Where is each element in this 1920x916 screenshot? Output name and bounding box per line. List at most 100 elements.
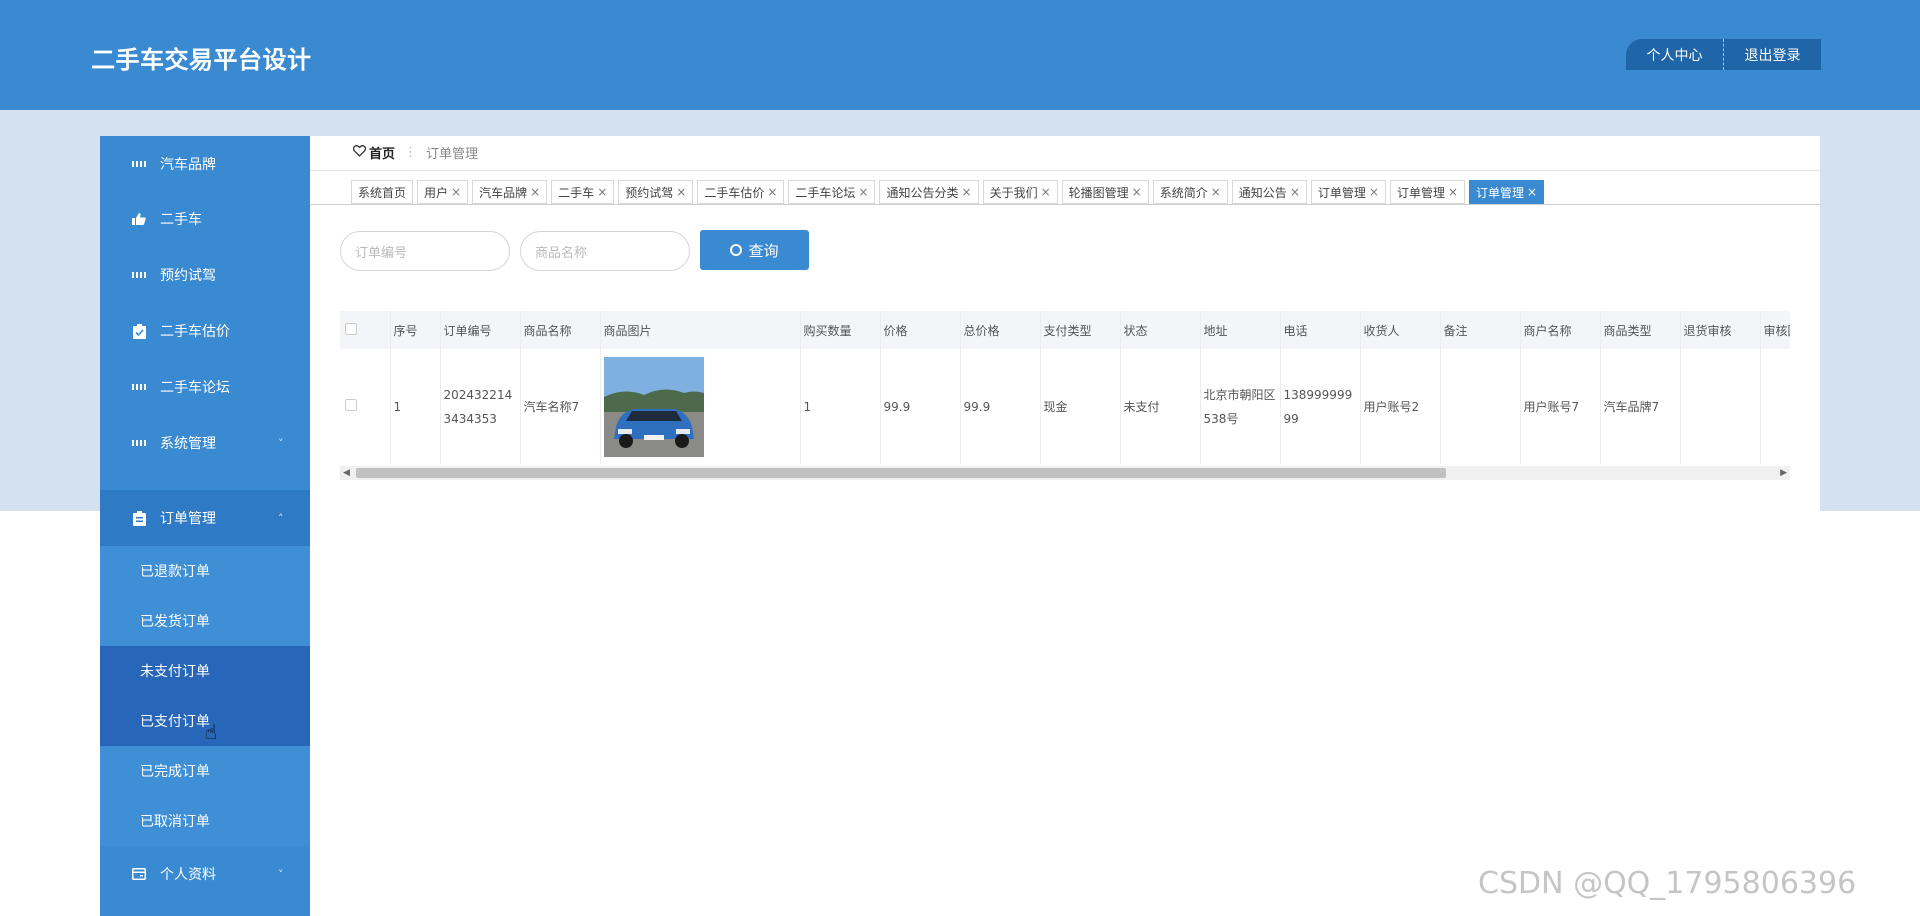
close-icon[interactable]: × — [1369, 185, 1379, 199]
search-button-label: 查询 — [748, 241, 779, 260]
submenu-shipped-orders[interactable]: 已发货订单 — [100, 596, 310, 646]
tab-label: 系统首页 — [358, 185, 407, 200]
tab-label: 关于我们 — [989, 185, 1038, 200]
tab-item[interactable]: 汽车品牌 × — [472, 180, 548, 204]
column-header: 收货人 — [1360, 311, 1441, 349]
column-header: 序号 — [390, 311, 441, 349]
tab-item[interactable]: 系统简介 × — [1152, 180, 1228, 204]
column-header: 商品类型 — [1600, 311, 1681, 349]
submenu-cancelled-orders[interactable]: 已取消订单 — [100, 796, 310, 846]
sidebar-item-label: 系统管理 — [160, 436, 216, 452]
tab-label: 预约试驾 — [625, 185, 674, 200]
row-checkbox-cell[interactable] — [340, 349, 391, 464]
tab-item[interactable]: 通知公告分类 × — [879, 180, 979, 204]
thumbs-up-icon — [132, 212, 146, 226]
submenu-completed-orders[interactable]: 已完成订单 — [100, 746, 310, 796]
header-actions: 个人中心 退出登录 — [1626, 39, 1821, 70]
tab-item[interactable]: 通知公告 × — [1231, 180, 1307, 204]
search-button[interactable]: 查询 — [700, 230, 809, 270]
tab-item[interactable]: 二手车估价 × — [697, 180, 785, 204]
tab-item[interactable]: 关于我们 × — [982, 180, 1058, 204]
sidebar-item-label: 二手车论坛 — [160, 380, 230, 396]
sidebar-item-car-brand[interactable]: 汽车品牌 — [100, 136, 310, 192]
divider — [310, 170, 1820, 171]
tab-item[interactable]: 系统首页 — [351, 180, 414, 204]
close-icon[interactable]: × — [530, 185, 540, 199]
table-header-row: 序号 订单编号 商品名称 商品图片 购买数量 价格 总价格 支付类型 状态 地址… — [340, 311, 1790, 349]
wallet-icon — [132, 867, 146, 881]
cell-pay-type: 现金 — [1040, 349, 1121, 464]
heart-icon — [352, 144, 367, 161]
table-row[interactable]: 1 2024322143434353 汽车名称7 1 99.9 99.9 现金 … — [340, 349, 1790, 464]
scroll-right-icon[interactable]: ▶ — [1780, 466, 1787, 480]
close-icon[interactable]: × — [1290, 185, 1300, 199]
cell-audit-reply — [1760, 349, 1790, 464]
horizontal-scrollbar[interactable]: ◀ ▶ — [340, 466, 1790, 480]
close-icon[interactable]: × — [1527, 185, 1537, 199]
close-icon[interactable]: × — [767, 185, 777, 199]
tab-item[interactable]: 订单管理 × — [1469, 180, 1545, 204]
cell-goods-image — [600, 349, 801, 464]
column-header: 电话 — [1280, 311, 1361, 349]
cell-goods-name: 汽车名称7 — [520, 349, 601, 464]
scrollbar-thumb[interactable] — [356, 468, 1446, 478]
grid-icon — [132, 268, 146, 282]
goods-name-input[interactable]: 商品名称 — [520, 231, 690, 271]
cell-remark — [1440, 349, 1521, 464]
sidebar-item-profile[interactable]: 个人资料 ˅ — [100, 846, 310, 902]
column-header: 退货审核 — [1680, 311, 1761, 349]
sidebar-item-label: 二手车估价 — [160, 324, 230, 340]
tab-label: 通知公告 — [1238, 185, 1287, 200]
breadcrumb-home[interactable]: 首页 — [369, 143, 395, 162]
tab-label: 订单管理 — [1476, 185, 1525, 200]
sidebar-item-system[interactable]: 系统管理 ˅ — [100, 415, 310, 471]
logout-button[interactable]: 退出登录 — [1724, 39, 1821, 70]
clipboard-check-icon — [132, 323, 146, 339]
tab-item[interactable]: 订单管理 × — [1310, 180, 1386, 204]
close-icon[interactable]: × — [858, 185, 868, 199]
tab-item[interactable]: 预约试驾 × — [618, 180, 694, 204]
close-icon[interactable]: × — [1448, 185, 1458, 199]
close-icon[interactable]: × — [597, 185, 607, 199]
tab-item[interactable]: 轮播图管理 × — [1061, 180, 1149, 204]
sidebar-item-valuation[interactable]: 二手车估价 — [100, 303, 310, 359]
order-number-input[interactable]: 订单编号 — [340, 231, 510, 271]
select-all-checkbox-cell[interactable] — [340, 311, 391, 349]
tab-label: 轮播图管理 — [1068, 185, 1129, 200]
close-icon[interactable]: × — [1041, 185, 1051, 199]
close-icon[interactable]: × — [1211, 185, 1221, 199]
sidebar-item-label: 二手车 — [160, 212, 202, 228]
profile-center-button[interactable]: 个人中心 — [1626, 39, 1724, 70]
close-icon[interactable]: × — [962, 185, 972, 199]
tab-label: 二手车估价 — [704, 185, 765, 200]
sidebar-item-forum[interactable]: 二手车论坛 — [100, 359, 310, 415]
grid-icon — [132, 436, 146, 450]
tab-item[interactable]: 用户 × — [417, 180, 469, 204]
sidebar-item-used-car[interactable]: 二手车 — [100, 191, 310, 247]
sidebar-item-orders[interactable]: 订单管理 ˄ — [100, 490, 310, 546]
hand-cursor-icon: ☝ — [205, 720, 218, 744]
column-header: 审核回复 — [1760, 311, 1790, 349]
breadcrumb-current: 订单管理 — [426, 147, 479, 162]
submenu-unpaid-orders[interactable]: 未支付订单 — [100, 646, 310, 696]
column-header: 商品图片 — [600, 311, 801, 349]
cell-status: 未支付 — [1120, 349, 1201, 464]
app-title: 二手车交易平台设计 — [91, 46, 312, 74]
tab-label: 二手车 — [558, 185, 595, 200]
row-checkbox[interactable] — [345, 398, 357, 411]
select-all-checkbox[interactable] — [345, 322, 357, 335]
grid-icon — [132, 380, 146, 394]
column-header: 总价格 — [960, 311, 1041, 349]
close-icon[interactable]: × — [1132, 185, 1142, 199]
close-icon[interactable]: × — [676, 185, 686, 199]
tab-label: 汽车品牌 — [479, 185, 528, 200]
tab-item[interactable]: 二手车 × — [551, 180, 615, 204]
sidebar-item-test-drive[interactable]: 预约试驾 — [100, 247, 310, 303]
chevron-down-icon: ˅ — [278, 867, 284, 881]
submenu-refunded-orders[interactable]: 已退款订单 — [100, 546, 310, 596]
tab-item[interactable]: 二手车论坛 × — [788, 180, 876, 204]
cell-order-no: 2024322143434353 — [440, 349, 521, 464]
tab-item[interactable]: 订单管理 × — [1389, 180, 1466, 204]
close-icon[interactable]: × — [451, 185, 461, 199]
scroll-left-icon[interactable]: ◀ — [343, 466, 350, 480]
